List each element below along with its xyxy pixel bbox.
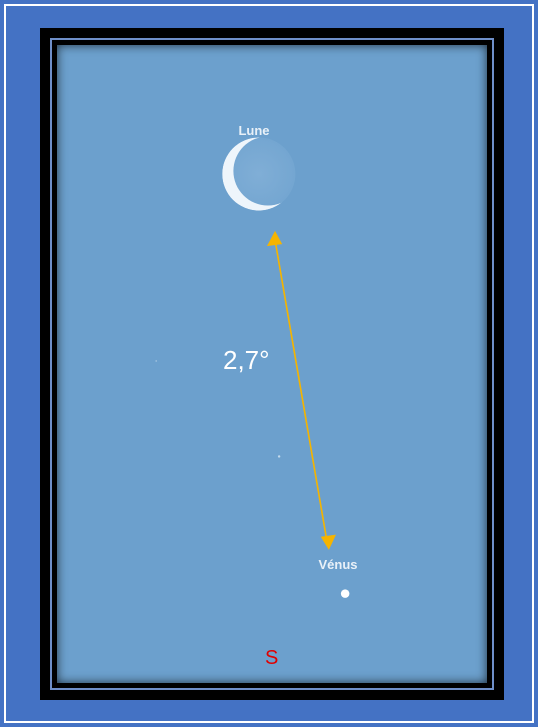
venus — [340, 589, 350, 598]
moon-label: Lune — [238, 123, 270, 138]
faint-star — [277, 455, 281, 458]
sky-drawing — [155, 137, 350, 598]
arrow-head-bottom — [320, 534, 337, 550]
frame-inner-line: Lune 2,7° Vénus S — [50, 38, 494, 690]
south-label: S — [265, 647, 279, 669]
separation-label: 2,7° — [223, 345, 270, 375]
photo-frame: Lune 2,7° Vénus S — [40, 28, 504, 700]
faint-star — [155, 360, 157, 362]
moon — [222, 137, 296, 211]
sky-view: Lune 2,7° Vénus S — [57, 45, 487, 683]
arrow-line — [274, 239, 328, 541]
separation-arrow — [266, 230, 337, 550]
moon-crescent — [222, 137, 296, 211]
arrow-head-top — [266, 230, 283, 247]
venus-label: Vénus — [318, 557, 358, 572]
